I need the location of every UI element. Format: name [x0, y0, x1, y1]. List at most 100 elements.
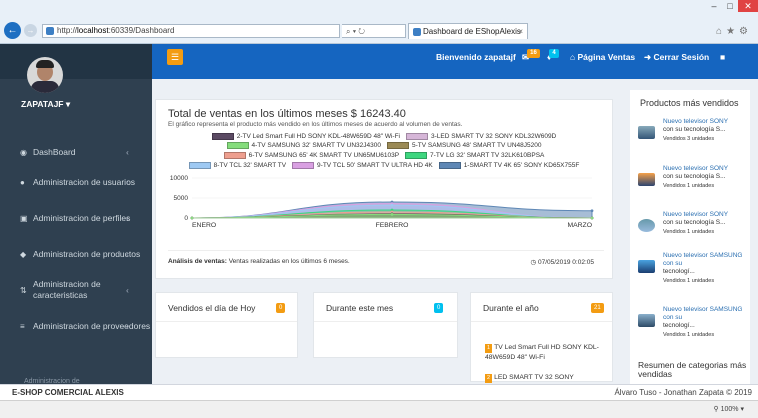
- sidebar-menu: ◉ DashBoard ‹ ● Administracion de usuari…: [0, 140, 152, 344]
- minimize-icon[interactable]: –: [706, 0, 722, 12]
- product-name[interactable]: Nuevo televisor SAMSUNG con su: [663, 252, 753, 268]
- page-icon: [46, 27, 54, 35]
- product-name[interactable]: Nuevo televisor SONY: [663, 118, 753, 126]
- product-units: Vendidos 3 unidades: [663, 136, 715, 142]
- product-item[interactable]: Nuevo televisor SAMSUNG con su tecnologí…: [638, 252, 750, 292]
- stat-badge: 0: [434, 303, 444, 313]
- legend-label: 5-TV SAMSUNG 48' SMART TV UN48J5200: [412, 142, 542, 150]
- legend-item[interactable]: 5-TV SAMSUNG 48' SMART TV UN48J5200: [387, 142, 541, 150]
- legend-swatch: [438, 161, 461, 169]
- legend-item[interactable]: 4-TV SAMSUNG 32' SMART TV UN32J4300: [226, 142, 381, 150]
- product-item[interactable]: Nuevo televisor SONY con su tecnología S…: [638, 211, 750, 251]
- legend-item[interactable]: 7-TV LG 32' SMART TV 32LK610BPSA: [405, 152, 544, 160]
- sidebar-logo-area: [0, 44, 152, 79]
- zoom-level[interactable]: ⚲ 100% ▾: [714, 405, 744, 413]
- data-point[interactable]: [390, 203, 394, 207]
- data-point[interactable]: [590, 209, 594, 213]
- tab-title: Dashboard de EShopAlexis: [423, 27, 521, 36]
- legend-item[interactable]: 6-TV SAMSUNG 65' 4K SMART TV UN65MU6103P: [223, 152, 400, 160]
- sidebar-item-label: Administracion de productos: [33, 248, 141, 259]
- footer-brand: E-SHOP COMERCIAL ALEXIS: [12, 388, 124, 397]
- welcome-text: Bienvenido zapatajf: [436, 52, 516, 62]
- page-footer: E-SHOP COMERCIAL ALEXIS Álvaro Tuso - Jo…: [0, 384, 758, 400]
- browser-tools[interactable]: ⌂★⚙: [716, 26, 752, 37]
- chevron-left-icon: ‹: [126, 321, 129, 331]
- avatar: [27, 57, 63, 93]
- product-units: Vendidos 1 unidades: [663, 278, 715, 284]
- legend-label: 6-TV SAMSUNG 65' 4K SMART TV UN65MU6103P: [248, 152, 400, 160]
- product-name[interactable]: Nuevo televisor SONY: [663, 211, 753, 219]
- product-desc: tecnologí...: [663, 268, 695, 275]
- sidebar-item-usuarios[interactable]: ● Administracion de usuarios ‹: [0, 164, 152, 200]
- x-tick-label: FEBRERO: [376, 222, 409, 229]
- tab-close-icon[interactable]: ×: [518, 24, 523, 39]
- tab-icon: [413, 28, 421, 36]
- footer-copyright: Álvaro Tuso - Jonathan Zapata © 2019: [614, 388, 752, 397]
- back-arrow-icon[interactable]: ←: [4, 22, 21, 39]
- house-icon: ⌂: [570, 52, 576, 62]
- legend-label: 3-LED SMART TV 32 SONY KDL32W609D: [431, 132, 557, 140]
- browser-chrome: – □ ✕ ← → http://localhost:60339/Dashboa…: [0, 0, 758, 44]
- sales-chart-card: Total de ventas en los últimos meses $ 1…: [155, 99, 613, 279]
- legend-item[interactable]: 1-SMART TV 4K 65' SONY KD65X755F: [438, 161, 580, 169]
- product-thumbnail: [638, 260, 655, 273]
- settings-gear-icon[interactable]: ⚙: [739, 26, 752, 37]
- maximize-icon[interactable]: □: [722, 0, 738, 12]
- x-tick-label: ENERO: [192, 222, 216, 229]
- chevron-left-icon: ‹: [126, 213, 129, 223]
- home-icon[interactable]: ⌂: [716, 26, 726, 37]
- legend-item[interactable]: 8-TV TCL 32' SMART TV: [188, 161, 286, 169]
- sidebar-username[interactable]: ZAPATAJF ▾: [21, 99, 70, 110]
- product-item[interactable]: Nuevo televisor SONY con su tecnología S…: [638, 118, 750, 158]
- magnifier-icon: ⚲: [713, 406, 719, 413]
- address-controls[interactable]: ⌕ ▾ ↻: [342, 24, 406, 38]
- sign-out-icon: ➜: [644, 52, 652, 62]
- legend-swatch: [188, 161, 211, 169]
- menu-toggle-icon[interactable]: ☰: [167, 49, 183, 65]
- legend-item[interactable]: 3-LED SMART TV 32 SONY KDL32W609D: [406, 132, 556, 140]
- legend-label: 1-SMART TV 4K 65' SONY KD65X755F: [463, 161, 580, 169]
- sidebar-item-proveedores[interactable]: ≡ Administracion de proveedores ‹: [0, 308, 152, 344]
- control-sidebar-icon[interactable]: ■: [720, 48, 725, 66]
- chevron-left-icon: ‹: [126, 147, 129, 157]
- chart-footer: Análisis de ventas: Ventas realizadas en…: [168, 258, 350, 265]
- legend-item[interactable]: 9-TV TCL 50' SMART TV ULTRA HD 4K: [292, 161, 433, 169]
- url-prefix: http://: [57, 26, 78, 35]
- data-point[interactable]: [390, 213, 394, 216]
- product-item[interactable]: Nuevo televisor SAMSUNG con su tecnologí…: [638, 306, 750, 346]
- product-name[interactable]: Nuevo televisor SONY: [663, 165, 753, 173]
- sidebar-item-label: Administracion de proveedores: [33, 320, 151, 331]
- top-products-panel: Productos más vendidos Nuevo televisor S…: [630, 90, 750, 390]
- forward-arrow-icon[interactable]: →: [24, 24, 37, 37]
- product-desc: con su tecnología S...: [663, 173, 726, 180]
- product-item[interactable]: Nuevo televisor SONY con su tecnología S…: [638, 165, 750, 205]
- sidebar-item-perfiles[interactable]: ▣ Administracion de perfiles ‹: [0, 200, 152, 236]
- product-units: Vendidos 1 unidades: [663, 332, 715, 338]
- product-name[interactable]: Nuevo televisor SAMSUNG con su: [663, 306, 753, 322]
- browser-tab[interactable]: Dashboard de EShopAlexis ×: [408, 23, 528, 39]
- legend-item[interactable]: 2-TV Led Smart Full HD SONY KDL-48W659D …: [211, 132, 400, 140]
- notifications-button[interactable]: ♦4: [547, 48, 559, 66]
- truck-icon: ≡: [20, 321, 25, 331]
- users-icon: ●: [20, 177, 25, 187]
- sidebar-item-productos[interactable]: ◆ Administracion de productos ‹: [0, 236, 152, 272]
- messages-button[interactable]: ✉16: [522, 48, 540, 66]
- window-controls: – □ ✕: [706, 0, 758, 12]
- sidebar-item-label: Administracion de perfiles: [33, 212, 131, 223]
- messages-badge: 16: [527, 49, 540, 58]
- legend-swatch: [292, 161, 315, 169]
- list-item: 1 TV Led Smart Full HD SONY KDL-48W659D 4…: [485, 344, 599, 361]
- sidebar-item-dashboard[interactable]: ◉ DashBoard ‹: [0, 140, 152, 164]
- stat-year-card: Durante el año 21 1 TV Led Smart Full HD …: [470, 292, 613, 383]
- stat-badge: 21: [591, 303, 604, 313]
- favorites-star-icon[interactable]: ★: [726, 26, 739, 37]
- sales-page-link[interactable]: ⌂ Página Ventas: [570, 48, 635, 66]
- product-desc: con su tecnología S...: [663, 126, 726, 133]
- sidebar-item-caracteristicas[interactable]: ⇅ Administracion de caracteristicas ‹: [0, 272, 152, 308]
- address-bar[interactable]: http://localhost:60339/Dashboard: [42, 24, 340, 38]
- y-tick-label: 5000: [174, 195, 189, 202]
- close-window-icon[interactable]: ✕: [738, 0, 758, 12]
- legend-swatch: [405, 152, 428, 160]
- product-desc: con su tecnología S...: [663, 219, 726, 226]
- logout-link[interactable]: ➜ Cerrar Sesión: [644, 48, 709, 66]
